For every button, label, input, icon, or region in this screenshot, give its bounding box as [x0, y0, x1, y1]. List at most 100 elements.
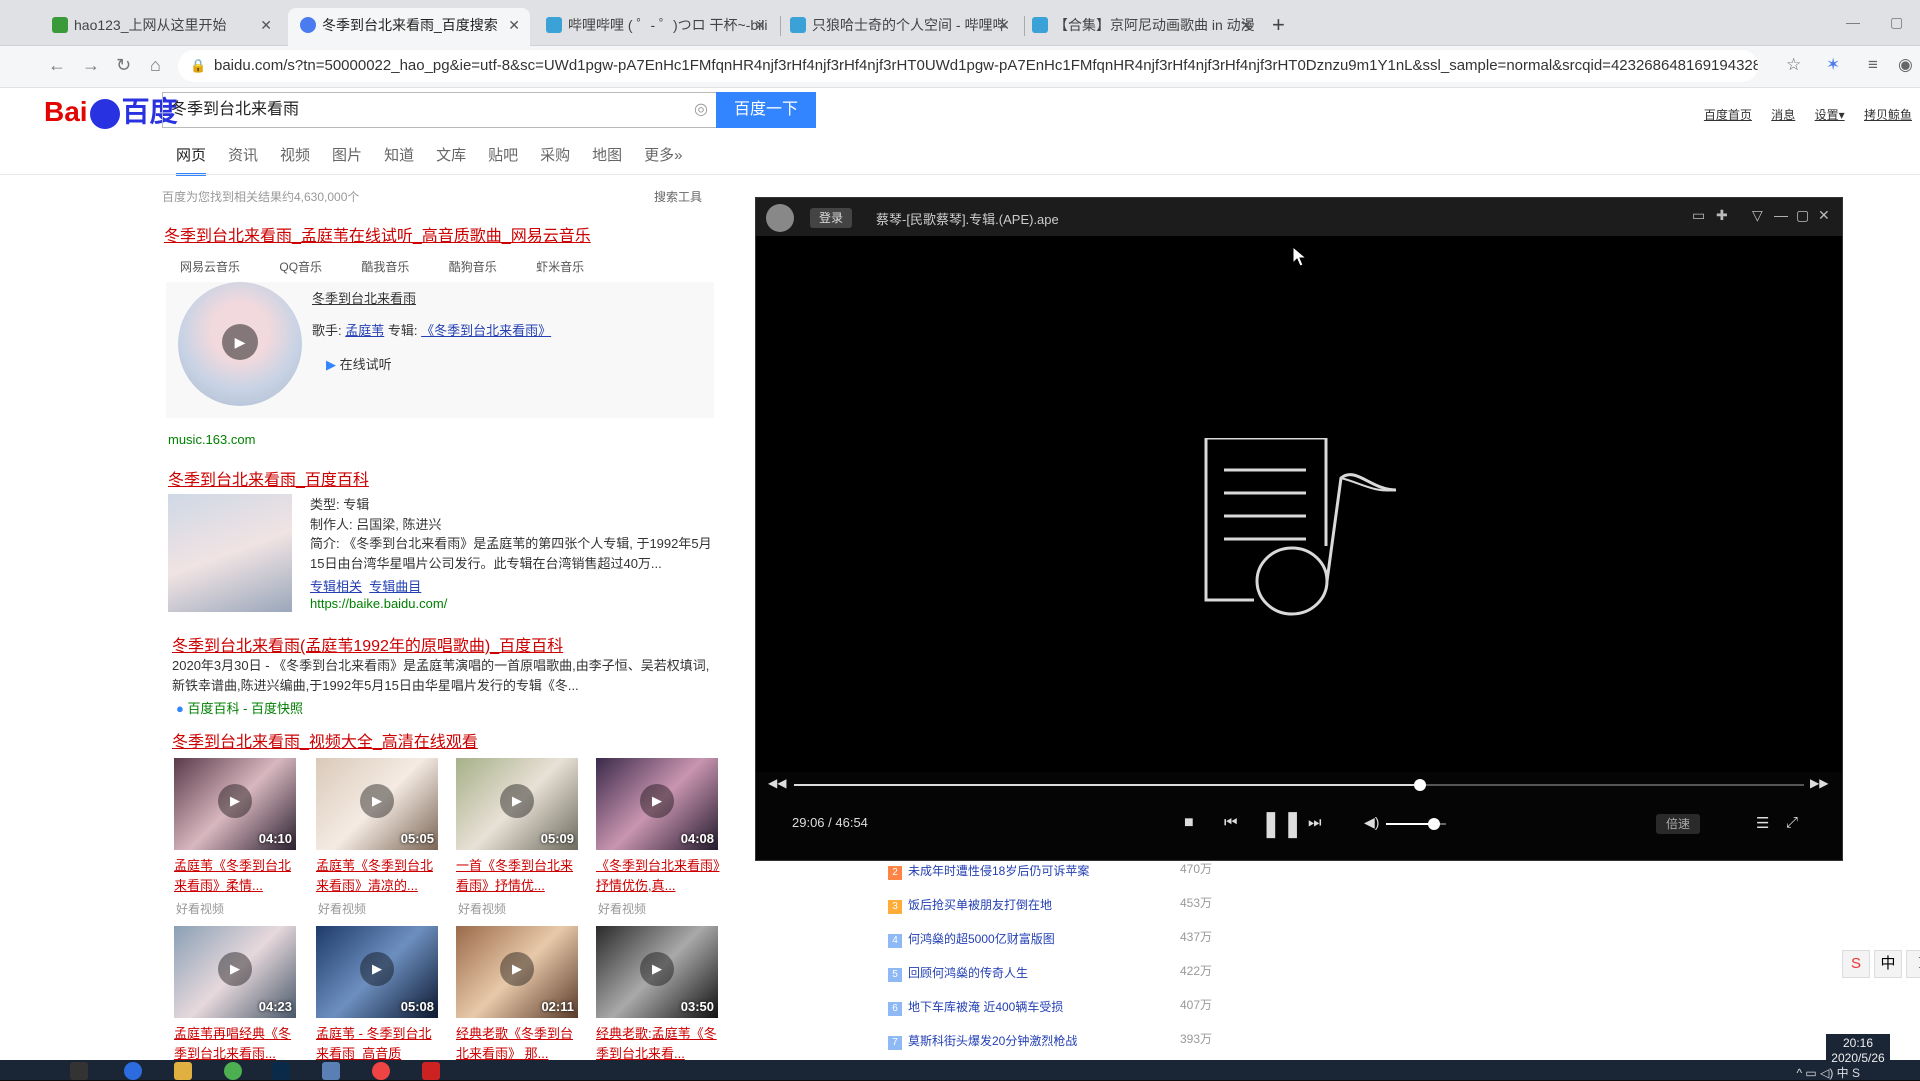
login-button[interactable]: 登录: [810, 208, 852, 228]
forward-button[interactable]: →: [82, 55, 100, 76]
tab-wenku[interactable]: 文库: [436, 144, 466, 165]
tab-news[interactable]: 资讯: [228, 144, 258, 165]
volume-handle[interactable]: [1428, 818, 1440, 830]
maximize-icon[interactable]: ▢: [1796, 207, 1809, 224]
hot-search-item[interactable]: 7 莫斯科街头爆发20分钟激烈枪战: [888, 1032, 1077, 1050]
extension-icon[interactable]: ✶: [1826, 55, 1840, 75]
hot-search-item[interactable]: 3 饭后抢买单被朋友打倒在地: [888, 896, 1052, 914]
tab-more[interactable]: 更多»: [644, 144, 682, 165]
link-baidu-home[interactable]: 百度首页: [1704, 108, 1752, 122]
chrome-icon[interactable]: [372, 1062, 390, 1080]
video-result-title[interactable]: 冬季到台北来看雨_视频大全_高清在线观看: [172, 728, 478, 752]
video-caption[interactable]: 一首《冬季到台北来看雨》抒情优...: [456, 856, 580, 896]
hot-search-item[interactable]: 6 地下车库被淹 近400辆车受损: [888, 998, 1063, 1016]
video-caption[interactable]: 孟庭苇 - 冬季到台北来看雨_高音质: [316, 1024, 440, 1064]
hot-search-item[interactable]: 5 回顾何鸿燊的传奇人生: [888, 964, 1028, 982]
home-button[interactable]: ⌂: [150, 55, 161, 76]
baike-result-title[interactable]: 冬季到台北来看雨_百度百科: [168, 466, 369, 490]
link-user[interactable]: 拷贝鲸鱼: [1864, 108, 1912, 122]
url-field[interactable]: 🔒 baidu.com/s?tn=50000022_hao_pg&ie=utf-…: [178, 50, 1758, 82]
tab-bilibili-collection[interactable]: 【合集】京阿尼动画歌曲 in 动漫 ✕: [1020, 8, 1262, 46]
link-messages[interactable]: 消息: [1771, 108, 1795, 122]
search-tools-button[interactable]: 搜索工具: [654, 188, 702, 205]
singer-link[interactable]: 孟庭苇: [345, 323, 384, 338]
edge-icon[interactable]: [124, 1062, 142, 1080]
menu-icon[interactable]: ▽: [1752, 207, 1763, 224]
close-icon[interactable]: ✕: [1240, 8, 1252, 42]
pause-icon[interactable]: ❚❚: [1260, 808, 1304, 839]
system-tray[interactable]: ^ ▭ ◁) 中 S: [1796, 1064, 1860, 1081]
video-thumbnail[interactable]: ▶ 04:23: [174, 926, 296, 1018]
stop-icon[interactable]: ■: [1184, 814, 1194, 832]
song-link[interactable]: 冬季到台北来看雨: [312, 288, 416, 307]
link-album-tracks[interactable]: 专辑曲目: [369, 579, 421, 594]
previous-icon[interactable]: ⏮: [1224, 814, 1238, 831]
speed-button[interactable]: 倍速: [1656, 814, 1700, 834]
listen-button[interactable]: ▶ 在线试听: [326, 354, 392, 373]
video-caption[interactable]: 经典老歌《冬季到台北来看雨》 那...: [456, 1024, 580, 1064]
video-thumbnail[interactable]: ▶ 05:05: [316, 758, 438, 850]
avatar[interactable]: [766, 204, 794, 232]
minimize-icon[interactable]: —: [1846, 14, 1860, 30]
source-kugou[interactable]: 酷狗音乐: [449, 260, 497, 274]
video-caption[interactable]: 孟庭苇《冬季到台北来看雨》清凉的...: [316, 856, 440, 896]
video-thumbnail[interactable]: ▶ 04:08: [596, 758, 718, 850]
tab-web[interactable]: 网页: [176, 144, 207, 176]
folder-icon[interactable]: ▭: [1692, 207, 1705, 224]
tab-zhidao[interactable]: 知道: [384, 144, 414, 165]
close-icon[interactable]: ✕: [508, 8, 520, 42]
hot-search-item[interactable]: 2 未成年时遭性侵18岁后仍可诉苹案: [888, 862, 1089, 880]
video-thumbnail[interactable]: ▶ 05:09: [456, 758, 578, 850]
link-settings[interactable]: 设置▾: [1815, 108, 1845, 122]
video-thumbnail[interactable]: ▶ 03:50: [596, 926, 718, 1018]
play-icon[interactable]: ▶: [222, 324, 258, 360]
volume-icon[interactable]: ◀): [1364, 814, 1379, 831]
photoshop-icon[interactable]: [272, 1062, 290, 1080]
search-input[interactable]: 冬季到台北来看雨 ◎: [162, 92, 718, 128]
mail-icon[interactable]: [322, 1062, 340, 1080]
video-caption[interactable]: 孟庭苇再唱经典《冬季到台北来看雨...: [174, 1024, 298, 1064]
ime-chinese-mode[interactable]: 中: [1874, 950, 1902, 978]
tab-video[interactable]: 视频: [280, 144, 310, 165]
video-caption[interactable]: 经典老歌:孟庭苇《冬季到台北来看...: [596, 1024, 720, 1064]
close-icon[interactable]: ✕: [260, 8, 272, 42]
tab-bilibili[interactable]: 哔哩哔哩 ( ゜- ゜)つロ 干杯~-bili ✕: [534, 8, 776, 46]
hot-search-item[interactable]: 4 何鸿燊的超5000亿财富版图: [888, 930, 1055, 948]
music-site[interactable]: music.163.com: [168, 432, 255, 447]
star-icon[interactable]: ☆: [1786, 55, 1801, 75]
progress-handle[interactable]: [1414, 779, 1427, 791]
playlist-icon[interactable]: ☰: [1756, 814, 1769, 832]
moon-icon[interactable]: ☽: [1906, 950, 1920, 978]
tab-images[interactable]: 图片: [332, 144, 362, 165]
source-qq[interactable]: QQ音乐: [279, 260, 322, 274]
minimize-icon[interactable]: —: [1774, 207, 1788, 223]
sogou-icon[interactable]: S: [1842, 950, 1870, 978]
app-icon[interactable]: [422, 1062, 440, 1080]
maximize-icon[interactable]: ▢: [1890, 14, 1903, 31]
tab-hao123[interactable]: hao123_上网从这里开始 ✕: [40, 8, 282, 46]
progress-bar[interactable]: [794, 779, 1804, 791]
video-thumbnail[interactable]: ▶ 02:11: [456, 926, 578, 1018]
camera-icon[interactable]: ◎: [694, 93, 708, 127]
close-icon[interactable]: ✕: [1818, 207, 1830, 224]
reading-list-icon[interactable]: ≡: [1868, 55, 1878, 75]
source-xiami[interactable]: 虾米音乐: [536, 260, 584, 274]
profile-icon[interactable]: ◉: [1898, 55, 1913, 75]
source-netease[interactable]: 网易云音乐: [180, 260, 240, 274]
baidu-logo[interactable]: Bai 百度: [44, 90, 178, 130]
pin-icon[interactable]: ✚: [1716, 207, 1728, 224]
video-thumbnail[interactable]: ▶ 05:08: [316, 926, 438, 1018]
baike-image[interactable]: [168, 494, 292, 612]
link-album-related[interactable]: 专辑相关: [310, 579, 362, 594]
music-result-title[interactable]: 冬季到台北来看雨_孟庭苇在线试听_高音质歌曲_网易云音乐: [164, 222, 591, 246]
taskbar-clock[interactable]: 20:16 2020/5/26: [1826, 1034, 1890, 1065]
search-button[interactable]: 百度一下: [716, 92, 816, 128]
start-icon[interactable]: [70, 1062, 88, 1080]
next-icon[interactable]: ⏭: [1308, 814, 1322, 831]
tab-caigou[interactable]: 采购: [540, 144, 570, 165]
video-caption[interactable]: 《冬季到台北来看雨》抒情优伤,真...: [596, 856, 720, 896]
source-kuwo[interactable]: 酷我音乐: [361, 260, 409, 274]
baike-url[interactable]: https://baike.baidu.com/: [310, 596, 447, 611]
video-thumbnail[interactable]: ▶ 04:10: [174, 758, 296, 850]
video-caption[interactable]: 孟庭苇《冬季到台北来看雨》柔情...: [174, 856, 298, 896]
